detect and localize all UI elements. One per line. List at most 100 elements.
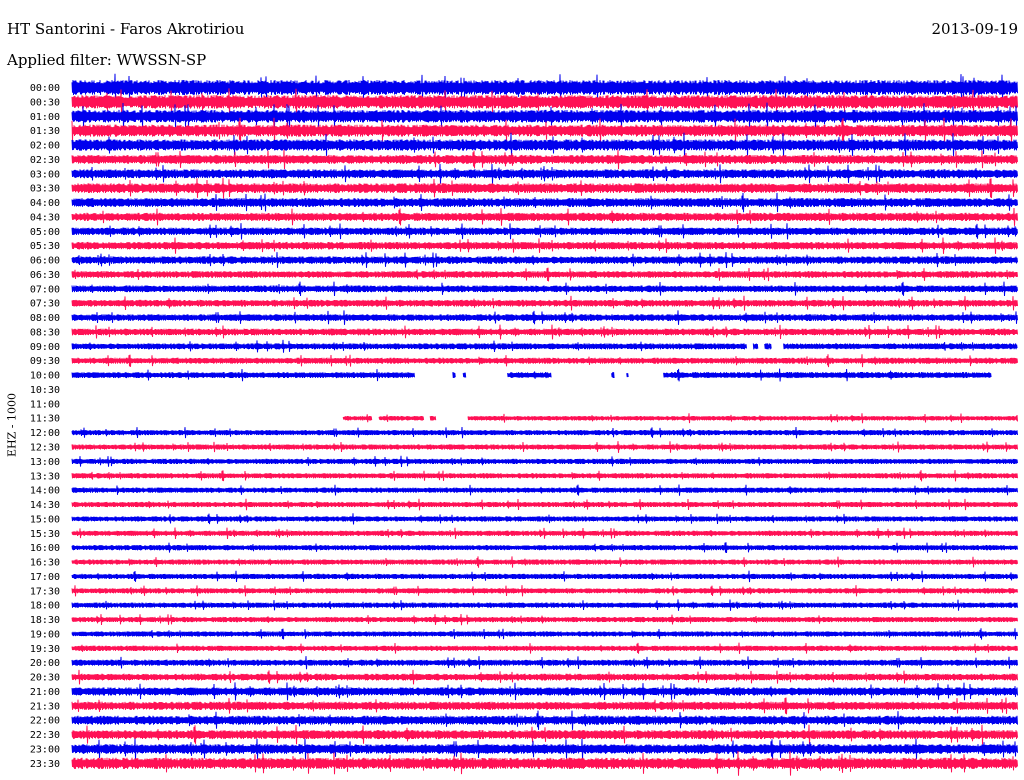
helicorder-plot: 00:00 00:30 01:00 01:30 02:00 02:30 03:00 03:30… — [30, 73, 1018, 776]
row-time-label: 16:30 — [30, 558, 60, 569]
row-time-label: 10:30 — [30, 385, 60, 396]
seismic-trace — [71, 368, 415, 382]
seismic-trace — [71, 656, 1018, 670]
seismic-trace — [764, 343, 772, 350]
seismic-trace — [71, 697, 1018, 715]
seismic-trace — [626, 373, 629, 378]
seismic-trace — [71, 513, 1018, 525]
seismic-trace — [71, 324, 1018, 340]
row-time-label: 20:30 — [30, 673, 60, 684]
row-time-label: 01:00 — [30, 112, 60, 123]
row-time-label: 15:30 — [30, 529, 60, 540]
seismic-trace — [71, 628, 1018, 640]
seismic-trace — [71, 642, 1018, 654]
seismic-trace — [71, 585, 1018, 597]
seismic-trace — [71, 354, 1018, 368]
seismic-trace — [71, 192, 1018, 213]
row-time-label: 10:00 — [30, 371, 60, 382]
seismic-trace — [71, 682, 1018, 701]
seismic-trace — [71, 724, 1018, 745]
row-time-label: 14:30 — [30, 500, 60, 511]
row-time-label: 14:00 — [30, 486, 60, 497]
row-time-label: 08:30 — [30, 327, 60, 338]
row-time-label: 12:30 — [30, 443, 60, 454]
row-time-label: 02:00 — [30, 141, 60, 152]
seismic-trace — [71, 470, 1018, 482]
row-time-label: 01:30 — [30, 126, 60, 137]
seismic-trace — [71, 426, 1018, 439]
seismic-trace — [71, 310, 1018, 325]
seismic-trace — [71, 710, 1018, 730]
row-time-label: 00:00 — [30, 83, 60, 94]
row-time-label: 03:00 — [30, 169, 60, 180]
row-time-label: 23:30 — [30, 759, 60, 770]
row-time-label: 17:30 — [30, 586, 60, 597]
seismic-trace — [342, 414, 373, 423]
seismic-trace — [71, 207, 1018, 226]
seismic-trace — [71, 223, 1018, 240]
seismic-trace — [71, 498, 1018, 511]
row-time-label: 05:00 — [30, 227, 60, 238]
seismic-trace — [71, 441, 1018, 453]
row-time-label: 18:00 — [30, 601, 60, 612]
row-time-label: 22:00 — [30, 716, 60, 727]
seismic-trace — [783, 341, 1018, 351]
row-time-label: 05:30 — [30, 241, 60, 252]
row-time-label: 07:30 — [30, 299, 60, 310]
seismic-trace — [71, 455, 1018, 468]
row-time-label: 13:00 — [30, 457, 60, 468]
row-time-label: 09:30 — [30, 356, 60, 367]
seismic-trace — [71, 267, 1018, 282]
row-time-label: 19:00 — [30, 629, 60, 640]
seismic-trace — [462, 372, 467, 378]
row-time-label: 12:00 — [30, 428, 60, 439]
row-time-label: 02:30 — [30, 155, 60, 166]
seismic-trace — [71, 613, 1018, 626]
seismic-trace — [752, 343, 759, 350]
row-time-label: 03:30 — [30, 184, 60, 195]
seismic-trace — [71, 527, 1018, 540]
seismic-trace — [71, 738, 1018, 760]
row-time-label: 13:30 — [30, 471, 60, 482]
row-time-label: 08:00 — [30, 313, 60, 324]
seismic-trace — [71, 484, 1018, 496]
seismic-trace — [71, 295, 1018, 311]
row-time-label: 04:30 — [30, 212, 60, 223]
seismic-trace — [71, 556, 1018, 568]
row-time-label: 00:30 — [30, 97, 60, 108]
row-time-label: 16:00 — [30, 543, 60, 554]
row-time-label: 18:30 — [30, 615, 60, 626]
seismic-trace — [467, 413, 1018, 424]
seismic-trace — [452, 372, 456, 379]
row-time-label: 19:30 — [30, 644, 60, 655]
seismic-trace — [71, 163, 1018, 184]
row-time-label: 06:30 — [30, 270, 60, 281]
seismic-trace — [71, 281, 1018, 297]
seismic-trace — [71, 599, 1018, 611]
row-time-label: 04:00 — [30, 198, 60, 209]
seismic-trace — [71, 570, 1018, 583]
row-time-label: 07:00 — [30, 284, 60, 295]
seismic-trace — [71, 339, 747, 353]
row-time-label: 17:00 — [30, 572, 60, 583]
row-time-label: 23:00 — [30, 744, 60, 755]
seismic-trace — [71, 669, 1018, 685]
row-time-label: 11:00 — [30, 399, 60, 410]
row-time-label: 21:30 — [30, 701, 60, 712]
seismic-trace — [611, 372, 615, 379]
seismic-trace — [429, 415, 437, 421]
row-time-label: 22:30 — [30, 730, 60, 741]
seismic-trace — [71, 252, 1018, 269]
seismic-trace — [71, 750, 1018, 776]
row-time-label: 15:00 — [30, 514, 60, 525]
row-time-label: 21:00 — [30, 687, 60, 698]
seismic-trace — [71, 237, 1018, 254]
seismic-trace — [663, 368, 992, 382]
row-time-label: 09:00 — [30, 342, 60, 353]
seismic-trace — [71, 542, 1018, 554]
seismic-trace — [378, 414, 425, 422]
row-time-label: 11:30 — [30, 414, 60, 425]
row-time-label: 06:00 — [30, 256, 60, 267]
seismic-trace — [507, 371, 552, 379]
row-time-label: 20:00 — [30, 658, 60, 669]
